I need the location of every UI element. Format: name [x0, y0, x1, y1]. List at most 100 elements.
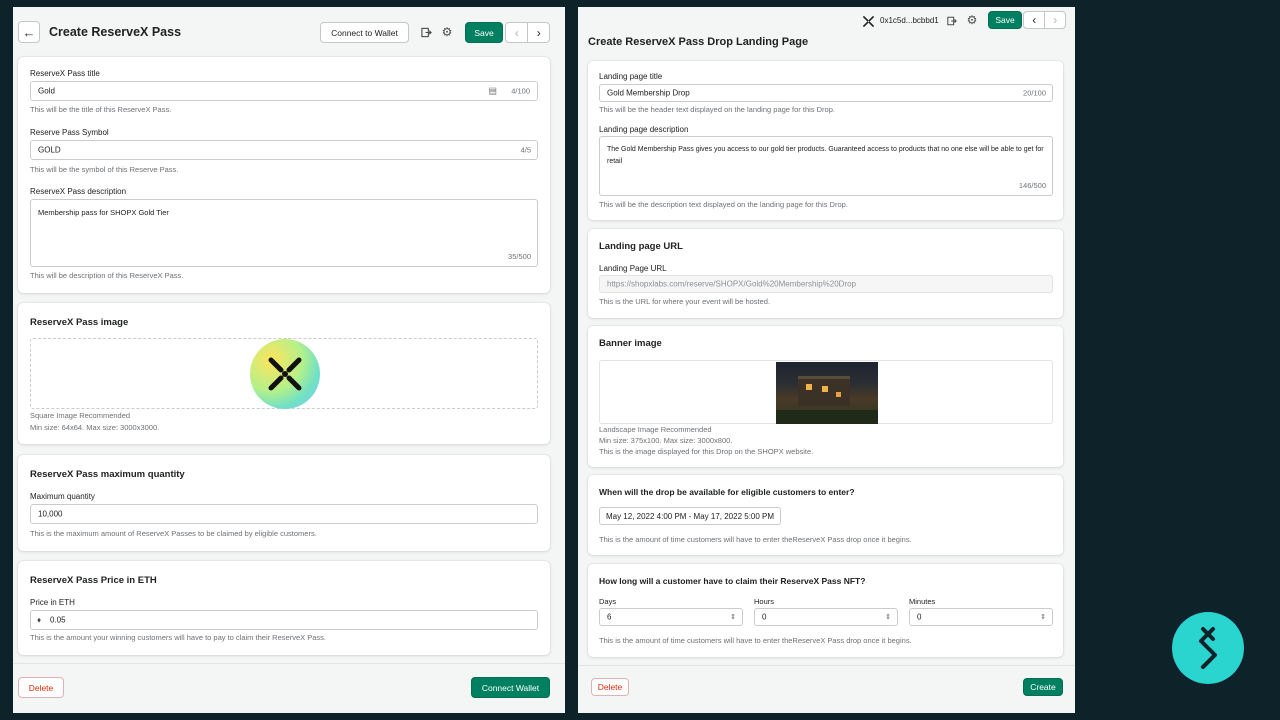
minutes-select[interactable]: 0 ⇕: [909, 608, 1053, 626]
arrow-left-icon: ←: [22, 24, 36, 40]
exit-icon[interactable]: [419, 25, 433, 39]
landing-title-help: This will be the header text displayed o…: [599, 105, 835, 114]
select-arrows-icon: ⇕: [730, 614, 736, 621]
back-button[interactable]: ←: [18, 21, 40, 43]
banner-help-recommended: Landscape Image Recommended: [599, 425, 712, 434]
pass-description-value: Membership pass for SHOPX Gold Tier: [38, 208, 169, 217]
max-quantity-help: This is the maximum amount of ReserveX P…: [30, 529, 317, 538]
price-heading: ReserveX Pass Price in ETH: [30, 575, 157, 586]
pass-title-value: Gold: [38, 86, 55, 96]
landing-page-panel: 0x1c5d...bcbbd1 ⚙ Save ‹ › Create Reserv…: [578, 7, 1075, 713]
landing-url-input[interactable]: https://shopxlabs.com/reserve/SHOPX/Gold…: [599, 275, 1053, 293]
pass-description-label: ReserveX Pass description: [30, 187, 127, 196]
chevron-right-icon[interactable]: ›: [1044, 12, 1065, 28]
banner-help-usage: This is the image displayed for this Dro…: [599, 447, 814, 456]
pass-description-count: 35/500: [508, 252, 531, 261]
banner-help-size: Min size: 375x100. Max size: 3000x800.: [599, 436, 733, 445]
pass-symbol-input[interactable]: GOLD 4/5: [30, 140, 538, 160]
price-input[interactable]: ♦ 0.05: [30, 610, 538, 630]
delete-button[interactable]: Delete: [18, 677, 64, 698]
gear-icon[interactable]: ⚙: [965, 13, 979, 27]
max-quantity-value: 10,000: [38, 509, 63, 519]
availability-help: This is the amount of time customers wil…: [599, 535, 912, 544]
hours-value: 0: [762, 612, 767, 622]
shopx-logo-icon: [1172, 612, 1244, 684]
landing-description-count: 146/500: [1018, 181, 1046, 190]
landing-description-value: The Gold Membership Pass gives you acces…: [607, 146, 1044, 165]
pass-description-textarea[interactable]: Membership pass for SHOPX Gold Tier 35/5…: [30, 199, 538, 267]
landing-title-value: Gold Membership Drop: [607, 88, 690, 98]
image-help-size: Min size: 64x64. Max size: 3000x3000.: [30, 423, 160, 432]
max-quantity-input[interactable]: 10,000: [30, 504, 538, 524]
banner-image-card: Banner image Landscape Image Recommended…: [588, 326, 1063, 467]
days-label: Days: [599, 597, 617, 606]
page-title: Create ReserveX Pass Drop Landing Page: [588, 36, 809, 48]
connect-wallet-button[interactable]: Connect Wallet: [471, 677, 550, 698]
days-value: 6: [607, 612, 612, 622]
landing-description-textarea[interactable]: The Gold Membership Pass gives you acces…: [599, 136, 1053, 196]
exit-icon[interactable]: [945, 14, 959, 28]
pass-title-input[interactable]: Gold 4/100 ▤: [30, 81, 538, 101]
max-quantity-label: Maximum quantity: [30, 492, 95, 501]
pass-description-help: This will be description of this Reserve…: [30, 271, 184, 280]
select-arrows-icon: ⇕: [1040, 614, 1046, 621]
banner-image-preview: [776, 362, 878, 424]
claim-duration-help: This is the amount of time customers wil…: [599, 636, 912, 645]
connect-to-wallet-button[interactable]: Connect to Wallet: [320, 22, 409, 43]
landing-description-help: This will be the description text displa…: [599, 200, 848, 209]
pass-image-heading: ReserveX Pass image: [30, 317, 129, 328]
landing-url-label: Landing Page URL: [599, 264, 667, 273]
delete-button[interactable]: Delete: [591, 678, 629, 696]
pass-image-preview: [250, 339, 320, 409]
banner-image-heading: Banner image: [599, 338, 662, 349]
landing-title-count: 20/100: [1023, 88, 1046, 98]
minutes-label: Minutes: [909, 597, 936, 606]
days-select[interactable]: 6 ⇕: [599, 608, 743, 626]
chevron-left-icon[interactable]: ‹: [506, 23, 527, 42]
shopx-x-icon: [861, 14, 875, 28]
landing-url-card: Landing page URL Landing Page URL https:…: [588, 229, 1063, 318]
landing-title-input[interactable]: Gold Membership Drop 20/100: [599, 84, 1053, 102]
footer-divider: [13, 663, 565, 664]
chevron-left-icon[interactable]: ‹: [1024, 12, 1044, 28]
window-light: [806, 384, 812, 390]
page-title: Create ReserveX Pass: [49, 25, 182, 39]
landing-info-card: Landing page title Gold Membership Drop …: [588, 61, 1063, 220]
price-label: Price in ETH: [30, 598, 75, 607]
price-card: ReserveX Pass Price in ETH Price in ETH …: [18, 561, 550, 655]
garden-shape: [776, 410, 878, 424]
pass-info-card: ReserveX Pass title Gold 4/100 ▤ This wi…: [18, 57, 550, 293]
pass-image-dropzone[interactable]: [30, 338, 538, 409]
pass-symbol-label: Reserve Pass Symbol: [30, 128, 109, 137]
landing-description-label: Landing page description: [599, 125, 689, 134]
availability-heading: When will the drop be available for elig…: [599, 487, 855, 497]
window-light: [836, 392, 841, 397]
pass-symbol-count: 4/5: [520, 145, 531, 155]
pass-title-help: This will be the title of this ReserveX …: [30, 105, 172, 114]
date-range-picker[interactable]: May 12, 2022 4:00 PM - May 17, 2022 5:00…: [599, 507, 781, 525]
gear-icon[interactable]: ⚙: [440, 25, 454, 39]
pass-symbol-value: GOLD: [38, 145, 61, 155]
price-help: This is the amount your winning customer…: [30, 633, 326, 642]
save-button[interactable]: Save: [465, 22, 503, 43]
shopx-x-logo-icon: [268, 357, 302, 391]
landing-title-label: Landing page title: [599, 72, 663, 81]
chevron-right-icon[interactable]: ›: [527, 23, 549, 42]
save-button[interactable]: Save: [988, 11, 1022, 29]
pass-image-card: ReserveX Pass image Square Image Recomme…: [18, 303, 550, 444]
landing-url-heading: Landing page URL: [599, 241, 683, 252]
banner-image-dropzone[interactable]: [599, 360, 1053, 424]
max-quantity-card: ReserveX Pass maximum quantity Maximum q…: [18, 455, 550, 551]
create-pass-panel: ← Create ReserveX Pass Connect to Wallet…: [13, 7, 565, 713]
price-value: 0.05: [50, 615, 66, 625]
ethereum-icon: ♦: [37, 615, 42, 625]
wallet-address[interactable]: 0x1c5d...bcbbd1: [880, 16, 939, 25]
shopx-s-mark-icon: [1199, 627, 1217, 669]
hours-select[interactable]: 0 ⇕: [754, 608, 898, 626]
pass-title-count: 4/100: [511, 86, 530, 96]
footer-divider: [578, 665, 1075, 666]
pagination: ‹ ›: [1023, 11, 1066, 29]
create-button[interactable]: Create: [1023, 678, 1063, 696]
claim-duration-card: How long will a customer have to claim t…: [588, 564, 1063, 657]
pass-symbol-help: This will be the symbol of this Reserve …: [30, 165, 179, 174]
